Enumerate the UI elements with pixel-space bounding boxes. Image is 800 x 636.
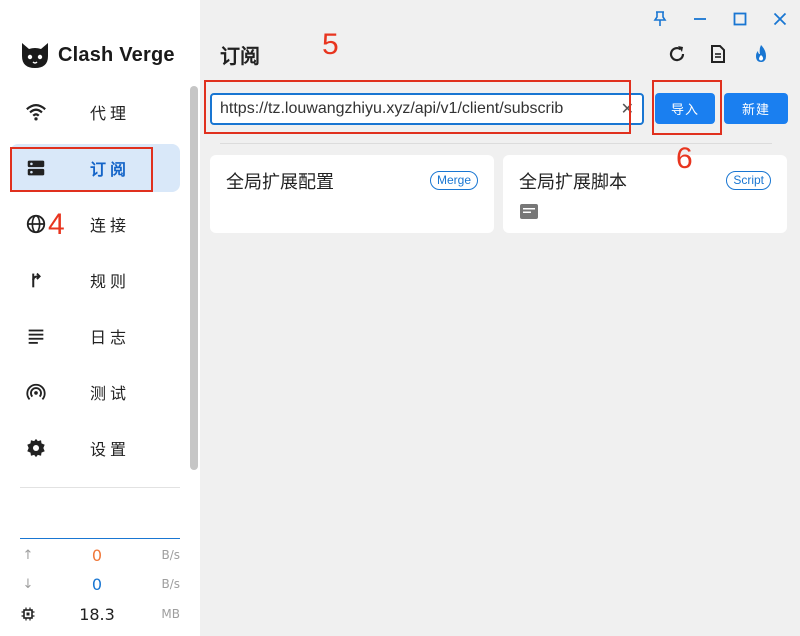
sidebar-item-label: 规则 [90, 272, 131, 291]
upload-speed-row: ↑ 0 B/s [20, 546, 180, 568]
card-title: 全局扩展配置 [226, 172, 334, 193]
annotation-number-4: 4 [48, 208, 65, 241]
sidebar-item-logs[interactable]: 日志 [10, 312, 180, 360]
arrow-down-icon: ↓ [22, 577, 34, 592]
upload-speed-value: 0 [91, 546, 103, 565]
memory-row: 18.3 MB [20, 605, 180, 627]
sidebar-item-test[interactable]: 测试 [10, 368, 180, 416]
sidebar-item-proxy[interactable]: 代理 [10, 88, 180, 136]
annotation-number-5: 5 [322, 28, 339, 61]
cat-logo-icon [22, 43, 48, 68]
fork-icon [22, 266, 50, 294]
card-title: 全局扩展脚本 [519, 172, 627, 193]
maximize-icon[interactable] [726, 8, 754, 30]
upload-speed-unit: B/s [161, 548, 180, 562]
pin-icon[interactable] [646, 8, 674, 30]
file-icon [520, 204, 538, 219]
sidebar-item-rules[interactable]: 规则 [10, 256, 180, 304]
app-logo: Clash Verge [20, 40, 175, 70]
sidebar-divider [20, 487, 180, 488]
memory-value: 18.3 [79, 605, 115, 624]
memory-chip-icon [20, 607, 36, 623]
annotation-number-6: 6 [676, 142, 693, 175]
sidebar-item-label: 设置 [90, 440, 131, 459]
sidebar-scrollbar[interactable] [190, 86, 198, 470]
radar-icon [22, 378, 50, 406]
close-icon[interactable] [766, 8, 794, 30]
sidebar: Clash Verge 代理 订阅 连接 规则 日志 测试 设置 ↑ 0 B/s… [0, 0, 200, 636]
memory-unit: MB [161, 607, 180, 621]
sidebar-item-label: 日志 [90, 328, 131, 347]
sidebar-item-settings[interactable]: 设置 [10, 424, 180, 472]
app-name: Clash Verge [58, 43, 175, 66]
new-button[interactable]: 新建 [724, 93, 788, 124]
annotation-box-url [204, 80, 631, 134]
gear-icon [22, 434, 50, 462]
minimize-icon[interactable] [686, 8, 714, 30]
script-profile-card[interactable]: 全局扩展脚本 Script [503, 155, 787, 233]
sidebar-item-connections[interactable]: 连接 [10, 200, 180, 248]
globe-icon [22, 210, 50, 238]
download-speed-unit: B/s [161, 577, 180, 591]
annotation-box-import [652, 80, 722, 135]
traffic-graph-baseline [20, 538, 180, 539]
sidebar-item-label: 测试 [90, 384, 131, 403]
wifi-icon [22, 98, 50, 126]
arrow-up-icon: ↑ [22, 548, 34, 563]
sidebar-item-label: 代理 [90, 104, 131, 123]
sidebar-item-label: 连接 [90, 216, 131, 235]
script-tag: Script [726, 171, 771, 190]
merge-tag: Merge [429, 171, 478, 190]
merge-profile-card[interactable]: 全局扩展配置 Merge [210, 155, 494, 233]
download-speed-row: ↓ 0 B/s [20, 575, 180, 597]
page-title: 订阅 [220, 44, 260, 68]
refresh-icon[interactable] [663, 40, 691, 68]
flame-icon[interactable] [747, 40, 775, 68]
document-icon[interactable] [704, 40, 732, 68]
annotation-box-profiles [10, 147, 153, 192]
download-speed-value: 0 [91, 575, 103, 594]
list-icon [22, 322, 50, 350]
